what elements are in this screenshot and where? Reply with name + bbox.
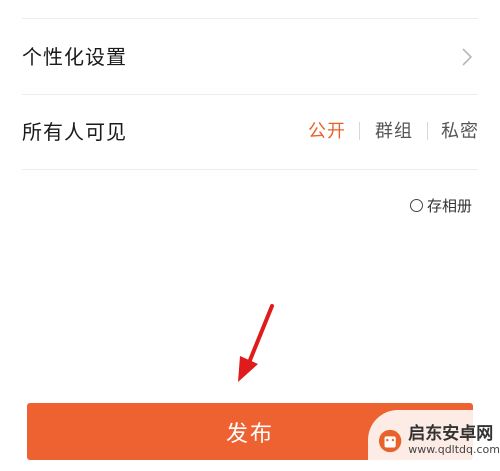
watermark: 启东安卓网 www.qdltdq.com — [368, 410, 500, 471]
save-album-toggle[interactable]: 存相册 — [410, 193, 472, 217]
watermark-name: 启东安卓网 — [408, 424, 494, 445]
visibility-option-private[interactable]: 私密 — [441, 119, 479, 145]
visibility-label: 所有人可见 — [22, 120, 127, 144]
visibility-option-group[interactable]: 群组 — [375, 119, 413, 145]
android-logo-icon — [378, 429, 402, 452]
visibility-option-public[interactable]: 公开 — [308, 119, 346, 145]
middle-divider — [22, 94, 478, 95]
save-album-label: 存相册 — [427, 196, 473, 215]
publish-label: 发布 — [225, 421, 274, 447]
watermark-url: www.qdltdq.com — [408, 442, 500, 456]
radio-circle-icon[interactable] — [410, 199, 423, 212]
red-arrow-annotation — [238, 304, 274, 382]
top-divider — [22, 18, 478, 19]
chevron-right-icon — [462, 48, 473, 66]
personalize-label: 个性化设置 — [22, 45, 127, 69]
option-separator — [427, 122, 428, 140]
option-separator — [359, 122, 360, 140]
bottom-divider — [22, 169, 478, 170]
